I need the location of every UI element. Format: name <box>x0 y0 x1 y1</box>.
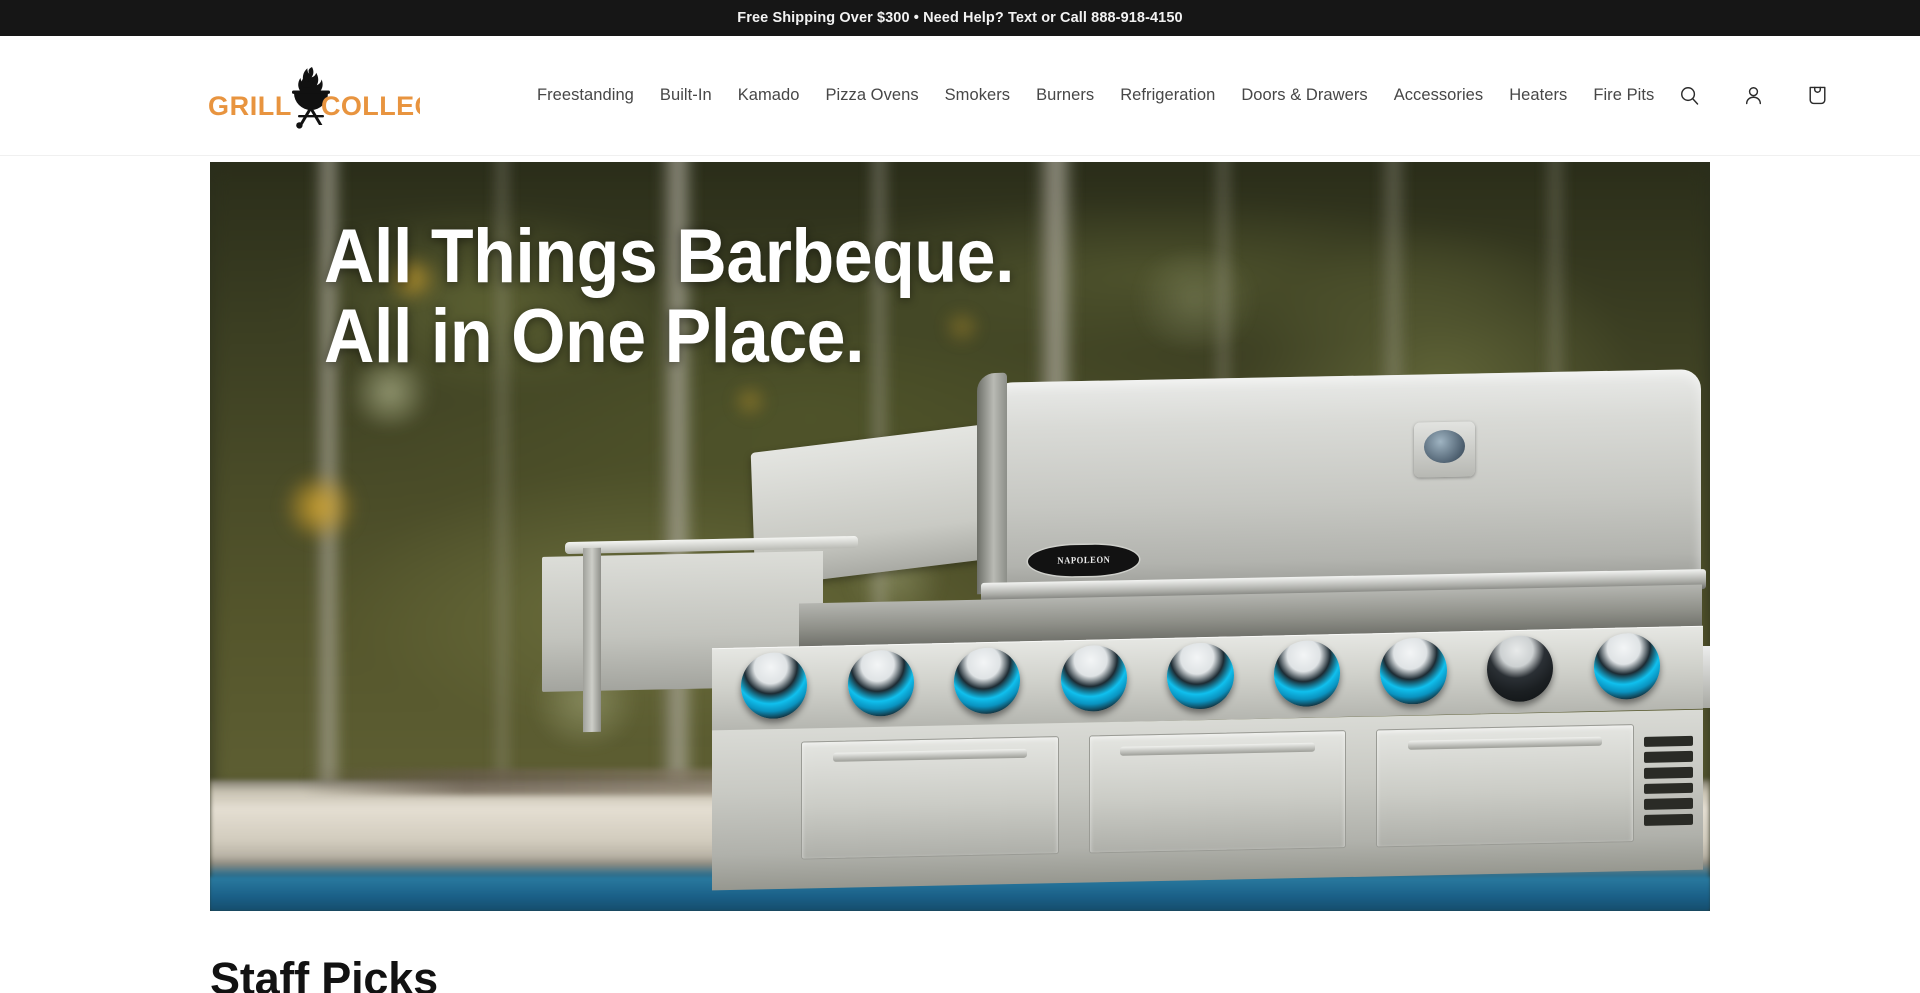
cart-door <box>800 735 1059 860</box>
hood-left-edge <box>977 372 1008 595</box>
shelf-leg <box>582 547 601 733</box>
hero-heading-line-1: All Things Barbeque. <box>324 214 1015 299</box>
temperature-gauge <box>1413 421 1475 478</box>
nav-item-fire-pits[interactable]: Fire Pits <box>1580 77 1667 114</box>
control-knob <box>1273 639 1340 708</box>
hero-heading-line-2: All in One Place. <box>324 293 865 379</box>
user-account-icon <box>1745 87 1761 105</box>
cart-side-vents <box>1643 735 1693 826</box>
control-knob <box>1380 636 1447 705</box>
hero-banner[interactable]: NAPOLEON All Things Barbeque. All in One… <box>210 162 1710 911</box>
grill-flame-icon <box>298 66 323 92</box>
nav-item-freestanding[interactable]: Freestanding <box>524 77 647 114</box>
control-knob <box>1486 634 1553 703</box>
announcement-text: Free Shipping Over $300 • Need Help? Tex… <box>737 10 1183 26</box>
shopping-bag-icon <box>1809 86 1826 105</box>
grill-brand-text: NAPOLEON <box>1056 554 1110 566</box>
hero-heading: All Things Barbeque. All in One Place. <box>324 214 1015 379</box>
control-knob <box>740 651 808 720</box>
site-logo[interactable]: GRILL COLLECTION <box>208 63 420 129</box>
cart-button[interactable] <box>1795 74 1839 118</box>
control-knob <box>847 649 914 717</box>
cart-door <box>1088 729 1346 854</box>
nav-item-refrigeration[interactable]: Refrigeration <box>1107 77 1228 114</box>
grill-brand-badge: NAPOLEON <box>1027 543 1139 577</box>
hero-content: All Things Barbeque. All in One Place. <box>324 217 1074 377</box>
control-knob <box>953 646 1021 715</box>
header-actions <box>1667 74 1839 118</box>
logo-text-grill: GRILL <box>208 91 292 121</box>
search-icon <box>1680 87 1699 105</box>
nav-item-built-in[interactable]: Built-In <box>647 77 725 114</box>
account-button[interactable] <box>1731 74 1775 118</box>
main-navigation: Freestanding Built-In Kamado Pizza Ovens… <box>524 77 1667 114</box>
nav-item-doors-drawers[interactable]: Doors & Drawers <box>1228 77 1380 114</box>
nav-item-kamado[interactable]: Kamado <box>725 77 813 114</box>
nav-item-accessories[interactable]: Accessories <box>1381 77 1497 114</box>
nav-item-pizza-ovens[interactable]: Pizza Ovens <box>812 77 931 114</box>
control-knob <box>1060 644 1127 712</box>
site-header: GRILL COLLECTION Freestanding Built-In K… <box>0 36 1920 156</box>
nav-item-heaters[interactable]: Heaters <box>1496 77 1580 114</box>
announcement-bar: Free Shipping Over $300 • Need Help? Tex… <box>0 0 1920 36</box>
hero-section: NAPOLEON All Things Barbeque. All in One… <box>0 156 1920 911</box>
cart-door <box>1375 723 1634 848</box>
nav-item-smokers[interactable]: Smokers <box>932 77 1023 114</box>
search-button[interactable] <box>1667 74 1711 118</box>
logo-text-collection: COLLECTION <box>321 91 420 121</box>
grill-cart-base <box>711 709 1703 890</box>
control-knob <box>1167 641 1234 710</box>
grill-collection-logo-icon: GRILL COLLECTION <box>208 66 420 129</box>
nav-item-burners[interactable]: Burners <box>1023 77 1107 114</box>
staff-picks-section: Staff Picks <box>0 906 1920 993</box>
control-knob <box>1593 632 1660 700</box>
staff-picks-title: Staff Picks <box>210 953 438 993</box>
